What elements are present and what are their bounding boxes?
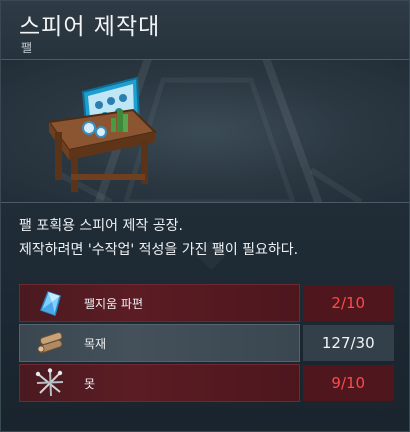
material-count: 9/10 [302,365,394,401]
spear-workbench-icon [47,76,158,192]
item-category: 팰 [21,41,33,55]
material-row-nails: 못 9/10 [19,364,394,402]
description-line-1: 팰 포획용 스피어 제작 공장. [19,218,183,234]
material-count: 127/30 [302,325,394,361]
material-name: 못 [84,376,96,391]
material-info: 팰지움 파편 [19,284,300,322]
description-line-2: 제작하려면 '수작업' 적성을 가진 팰이 필요하다. [19,242,299,258]
required-materials-list: 팰지움 파편 2/10 목재 127/30 못 9/10 [19,284,394,405]
paldium-fragment-icon [28,286,72,320]
wood-icon [28,326,72,360]
item-title: 스피어 제작대 [19,14,161,40]
item-description: 팰 포획용 스피어 제작 공장. 제작하려면 '수작업' 적성을 가진 팰이 필… [19,214,399,262]
material-count: 2/10 [302,285,394,321]
material-name: 목재 [84,336,107,351]
item-preview [1,59,409,203]
material-row-paldium: 팰지움 파편 2/10 [19,284,394,322]
item-detail-panel: 스피어 제작대 팰 팰 포획용 스피어 제작 공장. 제작하려면 '수작업' 적… [0,0,410,432]
material-info: 목재 [19,324,300,362]
panel-header: 스피어 제작대 팰 [1,1,409,59]
material-name: 팰지움 파편 [84,296,144,311]
material-info: 못 [19,364,300,402]
nails-icon [28,366,72,400]
material-row-wood: 목재 127/30 [19,324,394,362]
